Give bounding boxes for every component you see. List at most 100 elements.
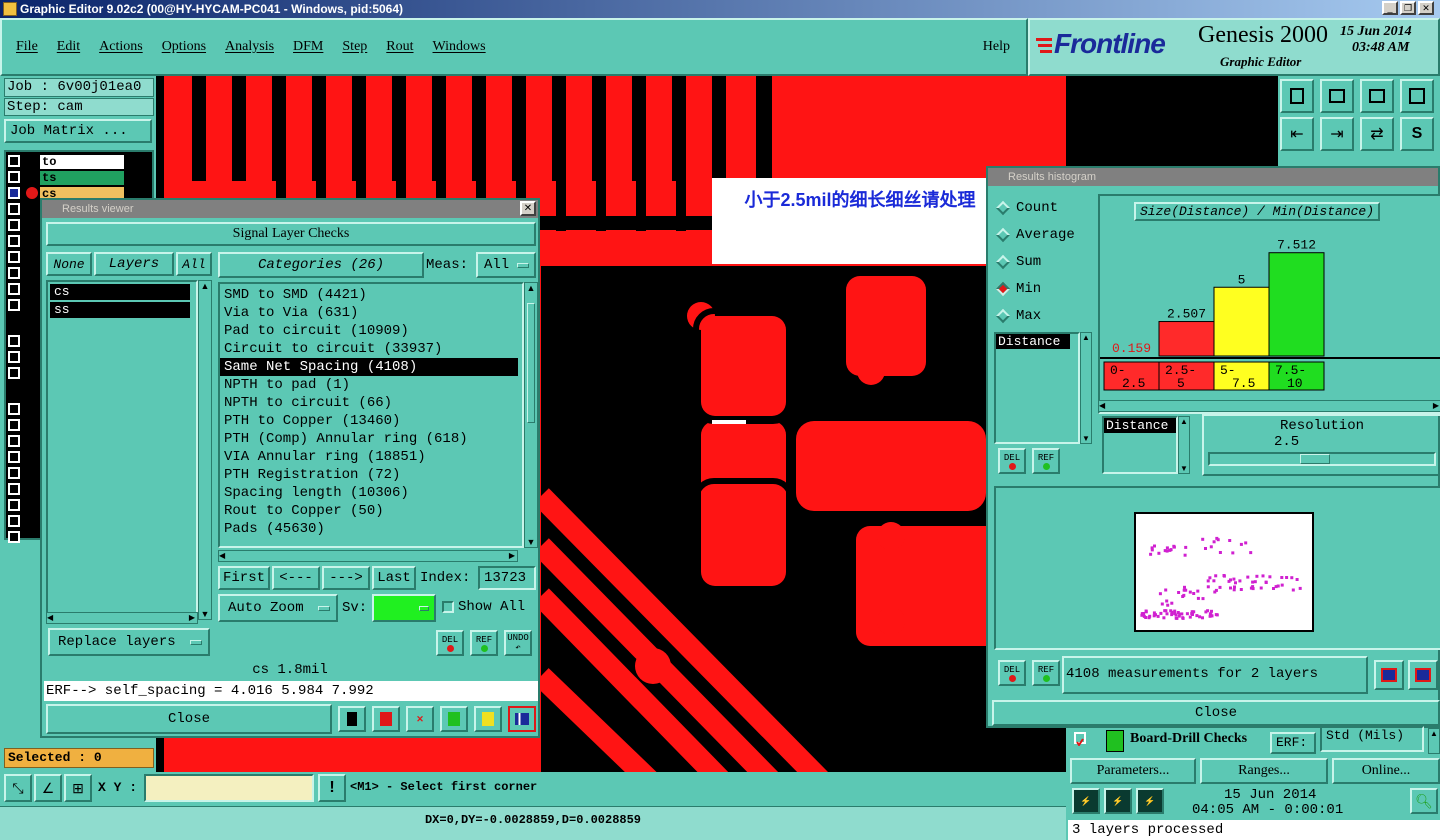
- layers-scrollbar[interactable]: ▲ ▼: [198, 280, 212, 620]
- layer-checkbox[interactable]: [8, 367, 20, 379]
- first-button[interactable]: First: [218, 566, 270, 590]
- distance-list-2-item[interactable]: Distance: [1104, 418, 1176, 433]
- auto-zoom-dropdown[interactable]: Auto Zoom: [218, 594, 338, 622]
- layer-checkbox[interactable]: [8, 467, 20, 479]
- replace-layers-dropdown[interactable]: Replace layers: [48, 628, 210, 656]
- layers-hscrollbar[interactable]: ◀ ▶: [46, 612, 198, 624]
- view2-icon[interactable]: [1408, 660, 1438, 690]
- view-icon[interactable]: [1374, 660, 1404, 690]
- drill-scroll[interactable]: ▲: [1428, 728, 1440, 754]
- layer-checkbox[interactable]: [8, 403, 20, 415]
- hist-del-button[interactable]: DEL: [998, 448, 1026, 474]
- layer-checkbox[interactable]: [8, 283, 20, 295]
- prev-button[interactable]: <---: [272, 566, 320, 590]
- option-max[interactable]: Max: [995, 302, 1098, 329]
- angle-icon[interactable]: ∠: [34, 774, 62, 802]
- layers-button[interactable]: Layers: [94, 252, 174, 276]
- layer-row-to[interactable]: to: [40, 155, 124, 169]
- category-item[interactable]: Pad to circuit (10909): [220, 322, 518, 340]
- undo-button[interactable]: UNDO ↶: [504, 630, 532, 656]
- layer-checkbox[interactable]: [8, 451, 20, 463]
- layer-checkbox[interactable]: [8, 235, 20, 247]
- histogram-bar[interactable]: [1268, 252, 1325, 357]
- layer-checkbox[interactable]: [8, 203, 20, 215]
- ranges-button[interactable]: Ranges...: [1200, 758, 1328, 784]
- alert-icon[interactable]: !: [318, 774, 346, 802]
- results-viewer-close-x[interactable]: ✕: [520, 201, 536, 216]
- online-button[interactable]: Online...: [1332, 758, 1440, 784]
- category-item[interactable]: Rout to Copper (50): [220, 502, 518, 520]
- parameters-button[interactable]: Parameters...: [1070, 758, 1196, 784]
- category-item[interactable]: Circuit to circuit (33937): [220, 340, 518, 358]
- layer-row-ts[interactable]: ts: [40, 171, 124, 185]
- resolution-slider[interactable]: [1208, 452, 1436, 466]
- option-average[interactable]: Average: [995, 221, 1098, 248]
- layer-checkbox[interactable]: [8, 483, 20, 495]
- sv-color-dropdown[interactable]: [372, 594, 436, 622]
- layer-checkbox[interactable]: [8, 187, 20, 199]
- layer-checkbox[interactable]: [8, 155, 20, 167]
- layer-checkbox[interactable]: [8, 531, 20, 543]
- menu-step[interactable]: Step: [342, 39, 367, 55]
- open-icon[interactable]: [1360, 79, 1394, 113]
- layer-checkbox[interactable]: [8, 515, 20, 527]
- option-sum[interactable]: Sum: [995, 248, 1098, 275]
- home-icon[interactable]: [1280, 79, 1314, 113]
- histogram-close-button[interactable]: Close: [992, 700, 1440, 726]
- save-icon[interactable]: [1320, 79, 1354, 113]
- xy-input[interactable]: [144, 774, 314, 802]
- menu-file[interactable]: File: [16, 39, 38, 55]
- drill-erf-value[interactable]: Std (Mils): [1320, 726, 1424, 752]
- categories-scrollbar[interactable]: ▲ ▼: [524, 282, 538, 548]
- run-all-icon[interactable]: ⚡: [1104, 788, 1132, 814]
- distance-scrollbar[interactable]: ▲ ▼: [1080, 332, 1092, 444]
- show-all-checkbox[interactable]: [442, 601, 454, 613]
- resolution-slider-thumb[interactable]: [1299, 454, 1330, 464]
- histogram-icon[interactable]: [508, 706, 536, 732]
- layer-checkbox[interactable]: [8, 267, 20, 279]
- layer-checkbox[interactable]: [8, 171, 20, 183]
- measure-icon[interactable]: ⤡: [4, 774, 32, 802]
- ref-button[interactable]: REF: [470, 630, 498, 656]
- category-item[interactable]: Via to Via (631): [220, 304, 518, 322]
- layer-item-ss[interactable]: ss: [50, 302, 190, 318]
- preview-ref-button[interactable]: REF: [1032, 660, 1060, 686]
- export-arrow-icon[interactable]: ⇥: [1320, 117, 1354, 151]
- all-layers-button[interactable]: All: [176, 252, 212, 276]
- run-selected-icon[interactable]: ⚡: [1136, 788, 1164, 814]
- option-min[interactable]: Min: [995, 275, 1098, 302]
- s-icon[interactable]: S: [1400, 117, 1434, 151]
- export-icon[interactable]: [338, 706, 366, 732]
- erf-icon[interactable]: ✕: [406, 706, 434, 732]
- window-icon[interactable]: [1400, 79, 1434, 113]
- minimize-button[interactable]: _: [1382, 1, 1398, 15]
- menu-analysis[interactable]: Analysis: [225, 39, 274, 55]
- option-count[interactable]: Count: [995, 194, 1098, 221]
- category-item[interactable]: NPTH to pad (1): [220, 376, 518, 394]
- import-icon[interactable]: ⇤: [1280, 117, 1314, 151]
- category-item[interactable]: VIA Annular ring (18851): [220, 448, 518, 466]
- menu-options[interactable]: Options: [162, 39, 206, 55]
- histogram-bar[interactable]: [1158, 321, 1215, 357]
- report-icon[interactable]: [372, 706, 400, 732]
- categories-hscrollbar[interactable]: ◀ ▶: [218, 550, 518, 562]
- histogram-hscrollbar[interactable]: ◀ ▶: [1098, 400, 1440, 412]
- layer-checkbox[interactable]: [8, 251, 20, 263]
- run-icon[interactable]: ⚡: [1072, 788, 1100, 814]
- layer-item-cs[interactable]: cs: [50, 284, 190, 300]
- restore-button[interactable]: ❐: [1400, 1, 1416, 15]
- histogram-bar[interactable]: [1213, 286, 1270, 357]
- close-window-button[interactable]: ✕: [1418, 1, 1434, 15]
- menu-help[interactable]: Help: [983, 39, 1010, 55]
- categories-button[interactable]: Categories (26): [218, 252, 424, 278]
- layer-checkbox[interactable]: [8, 419, 20, 431]
- step-icon[interactable]: [440, 706, 468, 732]
- menu-edit[interactable]: Edit: [57, 39, 80, 55]
- hist-ref-button[interactable]: REF: [1032, 448, 1060, 474]
- category-item[interactable]: PTH Registration (72): [220, 466, 518, 484]
- category-item[interactable]: NPTH to circuit (66): [220, 394, 518, 412]
- next-button[interactable]: --->: [322, 566, 370, 590]
- category-item[interactable]: Pads (45630): [220, 520, 518, 538]
- menu-windows[interactable]: Windows: [433, 39, 486, 55]
- menu-actions[interactable]: Actions: [99, 39, 143, 55]
